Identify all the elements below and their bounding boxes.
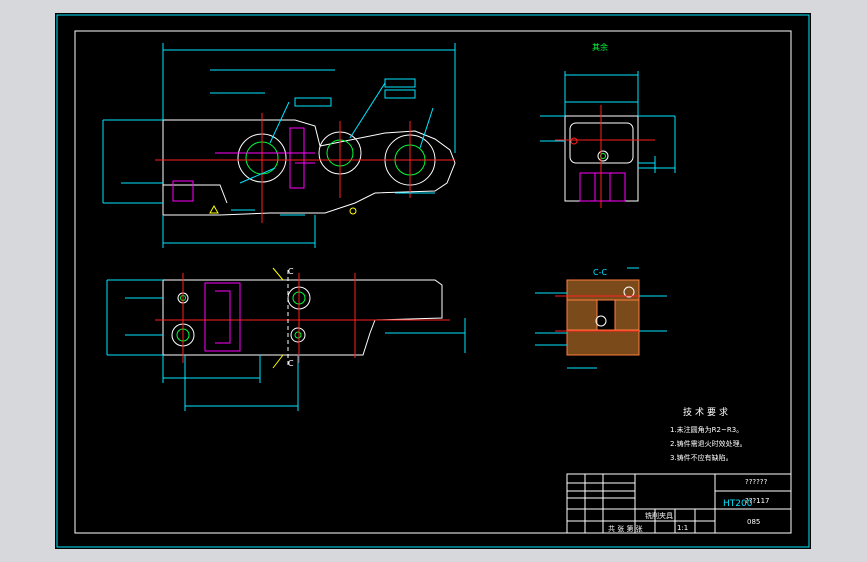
sheet-info: 共 张 第 张 <box>608 525 643 533</box>
drawing-name-2: ???117 <box>745 497 770 505</box>
company-name: 铣削夹具 <box>645 512 673 520</box>
side-view <box>540 71 676 208</box>
section-marker-top: C <box>288 267 294 276</box>
tech-requirements-title: 技术要求 <box>683 408 732 418</box>
section-view-label: C-C <box>593 268 608 277</box>
drawing-name-1: ?????? <box>745 478 768 486</box>
tech-requirement-1: 1.未注圆角为R2~R3。 <box>670 426 744 434</box>
tech-requirement-2: 2.铸件需退火时效处理。 <box>670 440 747 448</box>
cad-viewport[interactable]: C C C-C 其余 技术要求 1.未注圆角为R2~R3。 2.铸件需退火时效处… <box>55 13 811 549</box>
front-view <box>102 43 456 248</box>
scale-note: 1:1 <box>677 524 689 532</box>
section-view <box>535 267 667 369</box>
section-marker-bottom: C <box>288 359 294 368</box>
drawing-code: 085 <box>747 518 761 526</box>
top-view <box>106 267 466 411</box>
tech-requirement-3: 3.铸件不应有缺陷。 <box>670 454 733 462</box>
roughness-note: 其余 <box>592 43 608 52</box>
drawing-sheet <box>56 14 810 548</box>
